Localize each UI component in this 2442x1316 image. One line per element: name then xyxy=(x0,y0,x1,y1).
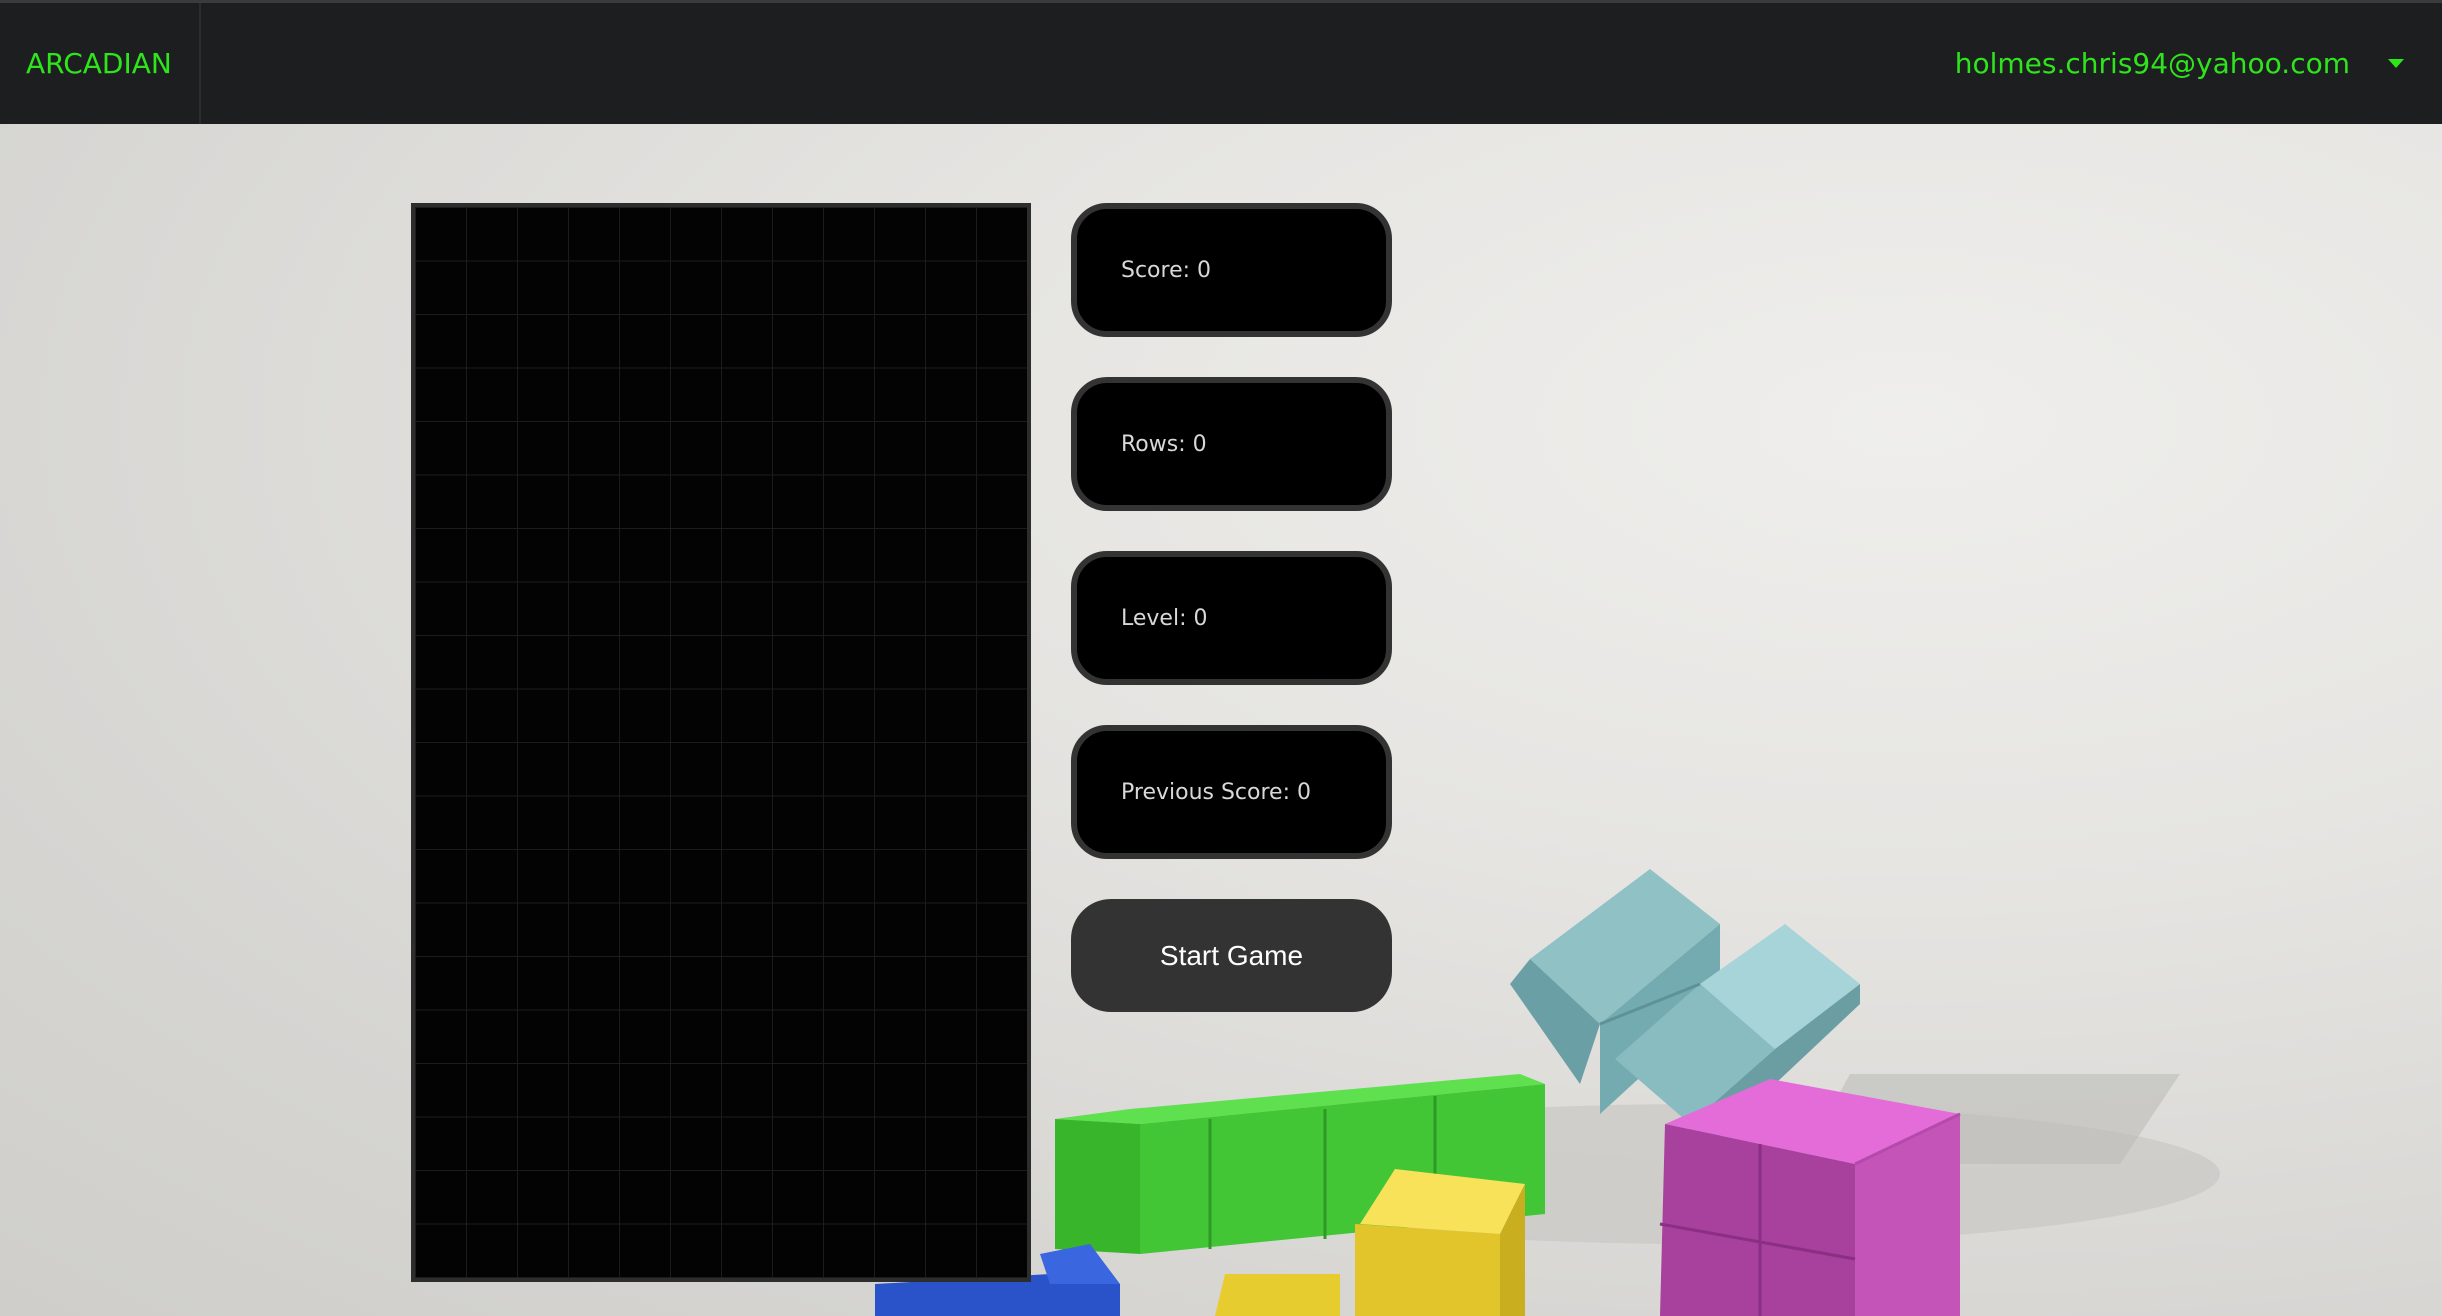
magenta-block-piece xyxy=(1659,1079,1961,1316)
top-navbar: ARCADIAN holmes.chris94@yahoo.com xyxy=(0,0,2442,124)
rows-label: Rows xyxy=(1121,432,1193,457)
rows-value: 0 xyxy=(1192,431,1207,457)
user-menu-dropdown[interactable]: holmes.chris94@yahoo.com xyxy=(1955,3,2404,124)
start-game-button[interactable]: Start Game xyxy=(1071,899,1392,1012)
brand-logo[interactable]: ARCADIAN xyxy=(26,3,172,124)
caret-down-icon[interactable] xyxy=(2388,59,2404,68)
score-panel: Score0 xyxy=(1071,203,1392,337)
level-label: Level xyxy=(1121,606,1193,631)
rows-panel: Rows0 xyxy=(1071,377,1392,511)
user-email[interactable]: holmes.chris94@yahoo.com xyxy=(1955,47,2350,80)
previous-score-value: 0 xyxy=(1297,779,1311,805)
level-panel: Level0 xyxy=(1071,551,1392,685)
level-value: 0 xyxy=(1193,605,1208,631)
navbar-divider xyxy=(199,3,201,124)
score-value: 0 xyxy=(1197,257,1212,283)
previous-score-label: Previous Score xyxy=(1121,780,1297,805)
previous-score-panel: Previous Score0 xyxy=(1071,725,1392,859)
tetris-board[interactable] xyxy=(411,203,1031,1282)
score-label: Score xyxy=(1121,258,1197,283)
